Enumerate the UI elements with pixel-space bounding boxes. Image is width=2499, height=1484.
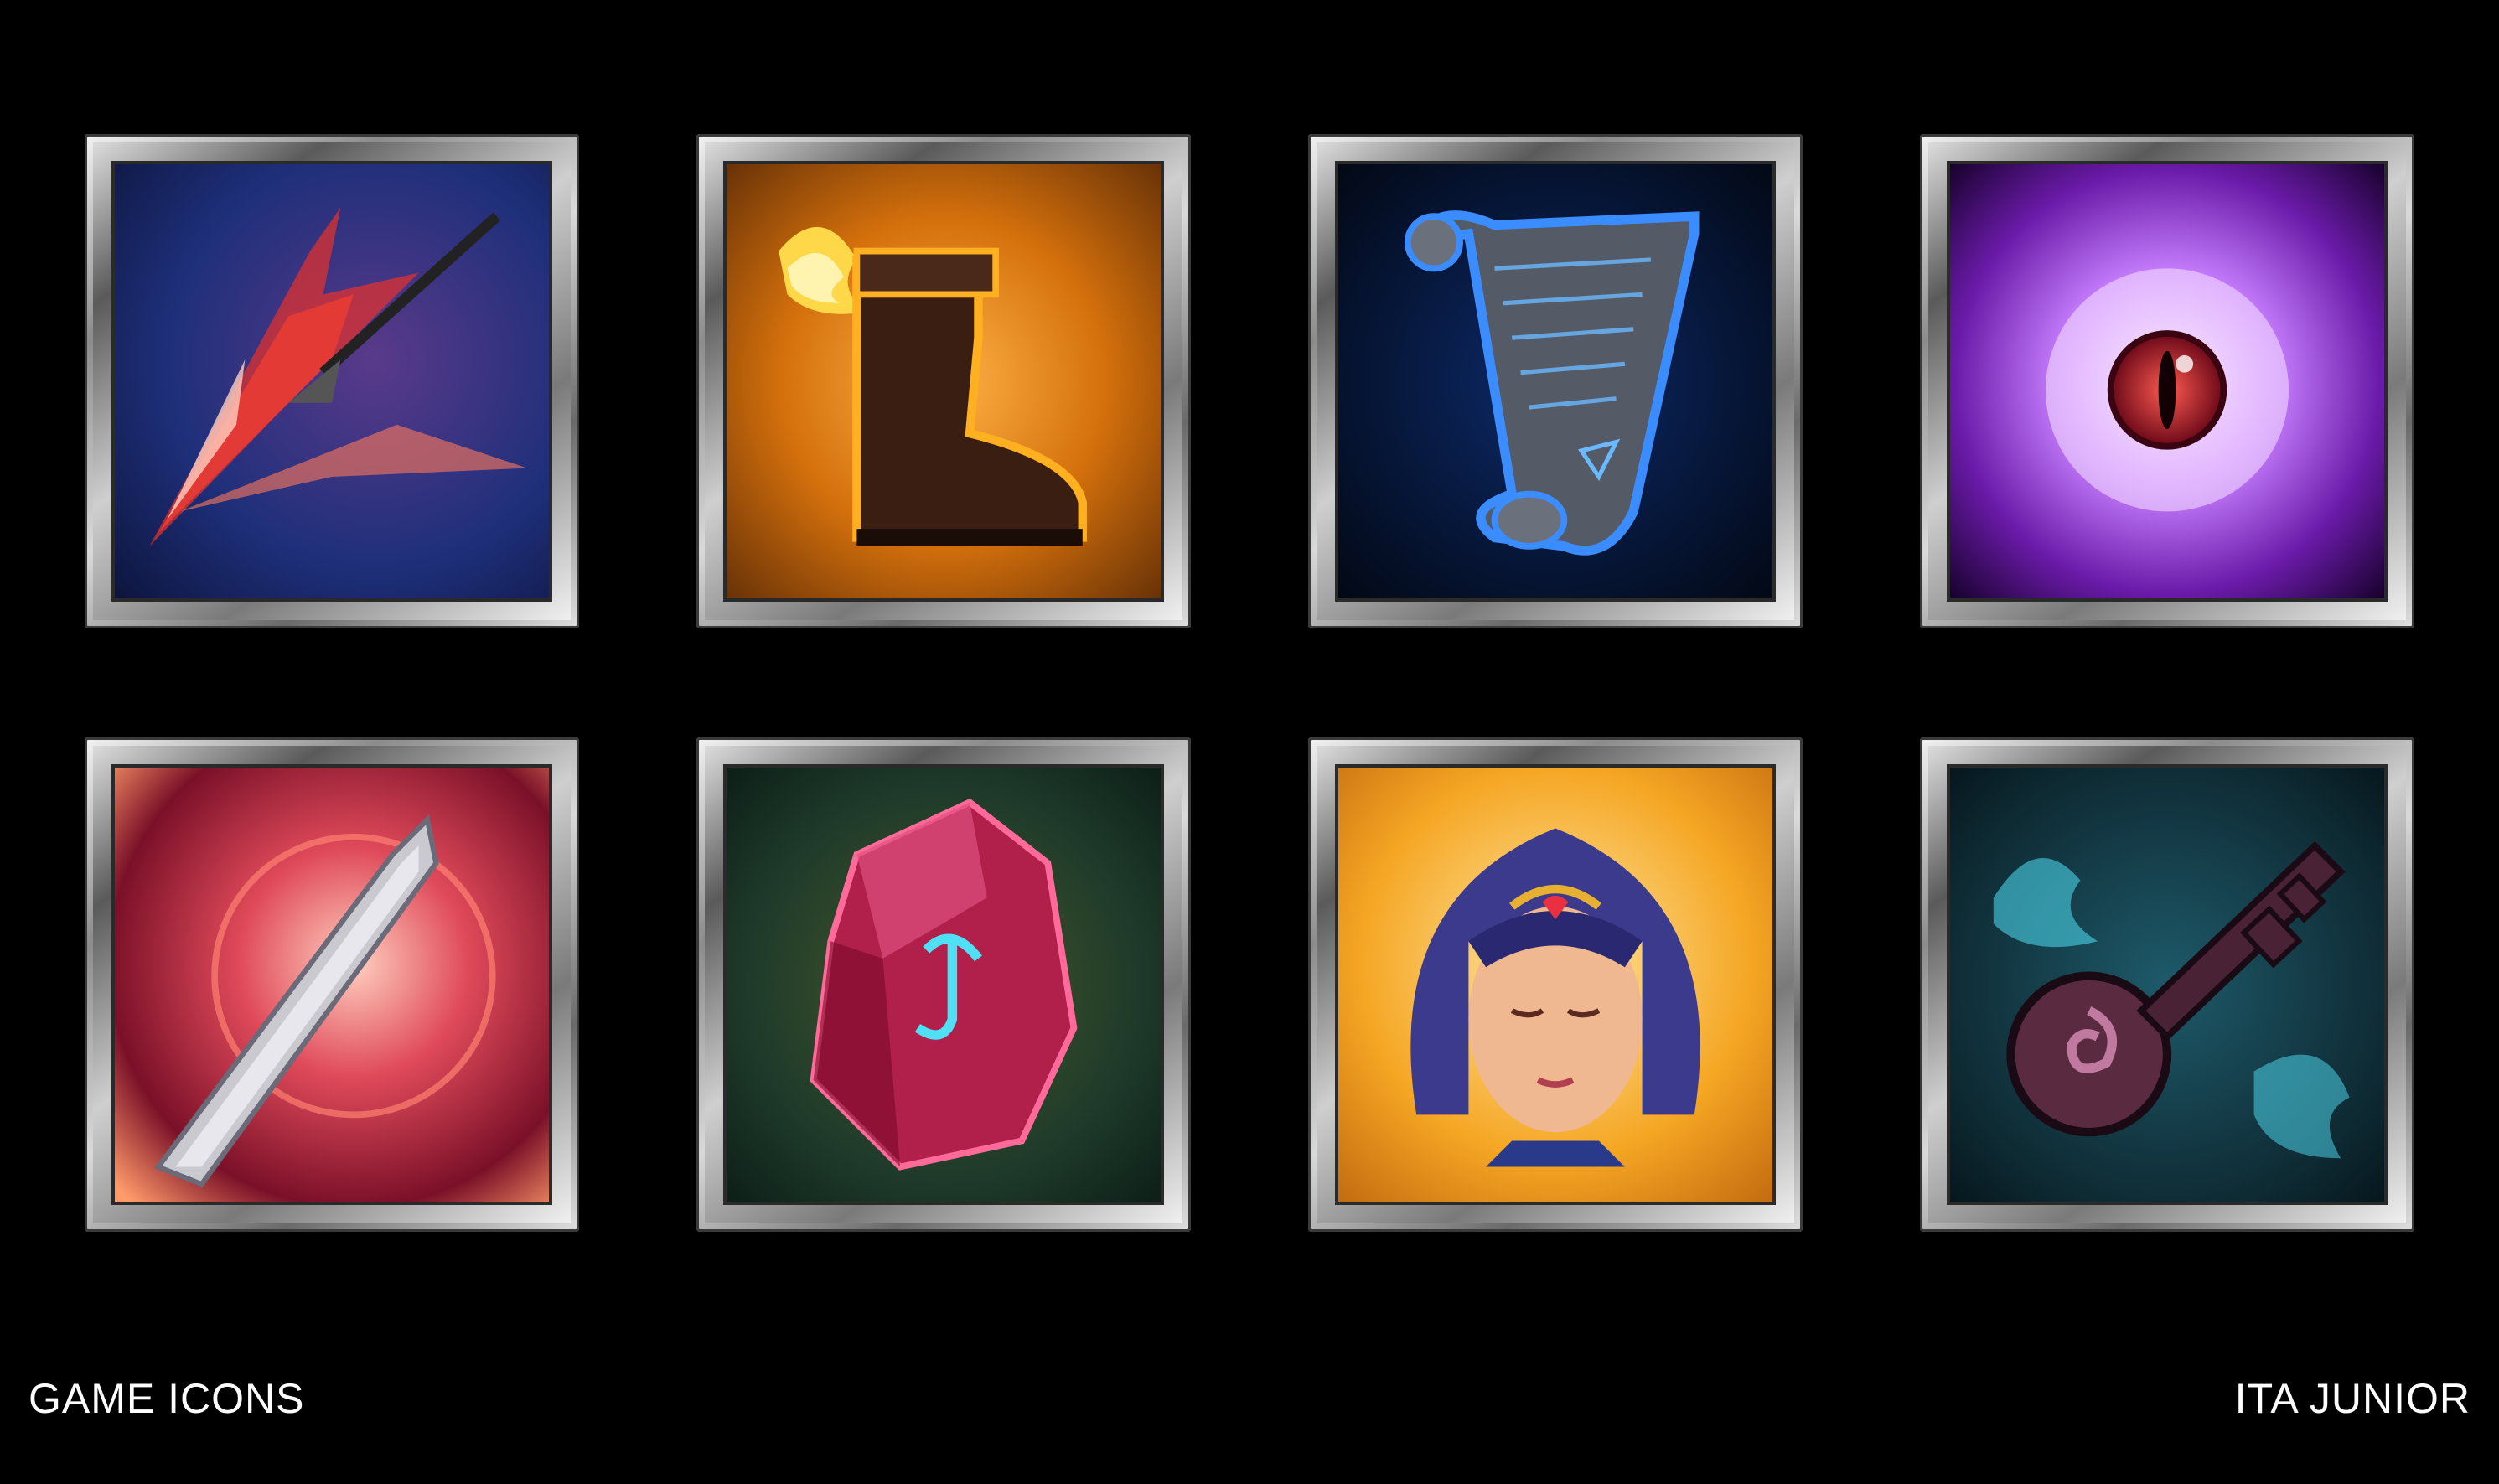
crystal-sword-icon [115, 768, 549, 1202]
demon-eye-icon [1950, 164, 2384, 598]
icon-tile-sword[interactable] [85, 737, 579, 1232]
icon-tile-stone[interactable] [696, 737, 1191, 1232]
priestess-portrait-icon [1338, 768, 1772, 1202]
icon-tile-eye[interactable] [1920, 134, 2414, 628]
ghost-key-icon [1950, 768, 2384, 1202]
icon-tile-boot[interactable] [696, 134, 1191, 628]
magic-scroll-icon [1338, 164, 1772, 598]
icon-grid [0, 0, 2499, 1484]
winged-fire-boot-icon [727, 164, 1161, 598]
spear-strike-icon [115, 164, 549, 598]
icon-tile-portrait[interactable] [1308, 737, 1803, 1232]
icon-tile-scroll[interactable] [1308, 134, 1803, 628]
icon-tile-spear[interactable] [85, 134, 579, 628]
icon-tile-key[interactable] [1920, 737, 2414, 1232]
rune-stone-icon [727, 768, 1161, 1202]
footer-author: ITA JUNIOR [2234, 1375, 2471, 1422]
footer-title: GAME ICONS [28, 1375, 305, 1422]
